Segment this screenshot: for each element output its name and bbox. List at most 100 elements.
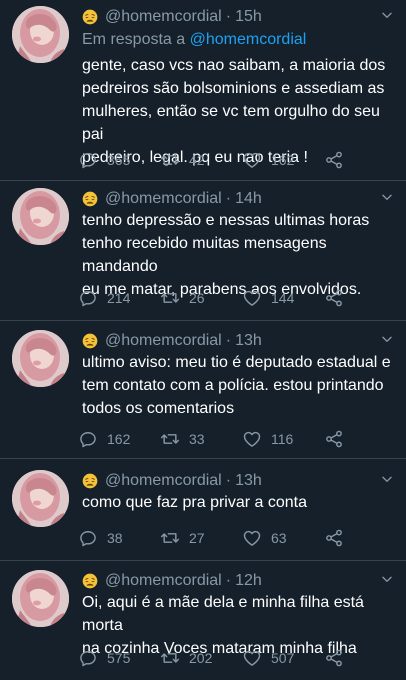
separator-dot: · (225, 572, 232, 589)
avatar[interactable] (12, 570, 69, 627)
reply-icon (78, 288, 98, 308)
tweet-text: ultimo aviso: meu tio é deputado estadua… (82, 354, 391, 417)
timestamp[interactable]: 13h (235, 472, 262, 490)
tweet[interactable]: @homemcordial · 12h Oi, aqui é a mãe del… (0, 570, 406, 675)
share-button[interactable] (324, 287, 344, 309)
chevron-down-icon[interactable] (380, 472, 394, 486)
like-count: 507 (271, 650, 295, 666)
chevron-down-icon[interactable] (380, 8, 394, 22)
share-button[interactable] (324, 527, 344, 549)
tweet-actions: 162 33 116 (78, 428, 378, 450)
divider (0, 560, 406, 561)
divider (0, 180, 406, 181)
reply-button[interactable]: 162 (78, 428, 130, 450)
tweet[interactable]: @homemcordial · 15h Em resposta a @homem… (0, 6, 406, 176)
avatar[interactable] (12, 6, 69, 63)
user-handle[interactable]: @homemcordial (105, 332, 222, 350)
reply-icon (78, 528, 98, 548)
reply-count: 38 (107, 530, 123, 546)
tweet-header: @homemcordial · 15h (82, 6, 262, 28)
user-handle[interactable]: @homemcordial (105, 472, 222, 490)
share-icon (324, 150, 344, 170)
separator-dot: · (225, 472, 232, 489)
like-button[interactable]: 144 (242, 287, 294, 309)
heart-icon (242, 429, 262, 449)
tweet-actions: 365 42 162 (78, 149, 378, 171)
reply-button[interactable]: 214 (78, 287, 130, 309)
retweet-icon (160, 429, 180, 449)
retweet-button[interactable]: 33 (160, 428, 205, 450)
timestamp[interactable]: 13h (235, 332, 262, 350)
tweet-header: @homemcordial · 14h (82, 188, 262, 210)
separator-dot: · (225, 332, 232, 349)
share-icon (324, 429, 344, 449)
retweet-button[interactable]: 27 (160, 527, 205, 549)
chevron-down-icon[interactable] (380, 190, 394, 204)
retweet-button[interactable]: 202 (160, 647, 212, 669)
share-button[interactable] (324, 428, 344, 450)
reply-icon (78, 150, 98, 170)
like-button[interactable]: 162 (242, 149, 294, 171)
retweet-icon (160, 288, 180, 308)
weary-face-emoji-icon (82, 9, 98, 25)
reply-button[interactable]: 575 (78, 647, 130, 669)
reply-count: 214 (107, 290, 131, 306)
reply-count: 162 (107, 431, 131, 447)
reply-count: 575 (107, 650, 131, 666)
avatar[interactable] (12, 470, 69, 527)
like-count: 162 (271, 152, 295, 168)
share-button[interactable] (324, 149, 344, 171)
share-icon (324, 528, 344, 548)
reply-prefix: Em resposta a (82, 31, 186, 48)
reply-icon (78, 429, 98, 449)
tweet-actions: 575 202 507 (78, 647, 378, 669)
retweet-count: 42 (189, 152, 205, 168)
user-handle[interactable]: @homemcordial (105, 190, 222, 208)
like-button[interactable]: 63 (242, 527, 287, 549)
reply-icon (78, 648, 98, 668)
reply-button[interactable]: 38 (78, 527, 123, 549)
divider (0, 458, 406, 459)
retweet-count: 26 (189, 290, 205, 306)
reply-button[interactable]: 365 (78, 149, 130, 171)
like-count: 63 (271, 530, 287, 546)
retweet-icon (160, 648, 180, 668)
reply-count: 365 (107, 152, 131, 168)
user-handle[interactable]: @homemcordial (105, 572, 222, 590)
weary-face-emoji-icon (82, 573, 98, 589)
retweet-icon (160, 150, 180, 170)
retweet-count: 33 (189, 431, 205, 447)
retweet-count: 27 (189, 530, 205, 546)
weary-face-emoji-icon (82, 333, 98, 349)
tweet[interactable]: @homemcordial · 13h como que faz pra pri… (0, 470, 406, 555)
like-count: 144 (271, 290, 295, 306)
separator-dot: · (225, 190, 232, 207)
tweet-header: @homemcordial · 13h (82, 470, 262, 492)
weary-face-emoji-icon (82, 191, 98, 207)
share-button[interactable] (324, 647, 344, 669)
retweet-button[interactable]: 26 (160, 287, 205, 309)
like-count: 116 (271, 431, 294, 447)
weary-face-emoji-icon (82, 473, 98, 489)
chevron-down-icon[interactable] (380, 332, 394, 346)
avatar[interactable] (12, 188, 69, 245)
retweet-icon (160, 528, 180, 548)
tweet[interactable]: @homemcordial · 14h tenho depressão e ne… (0, 188, 406, 318)
timestamp[interactable]: 12h (235, 572, 262, 590)
heart-icon (242, 150, 262, 170)
divider (0, 320, 406, 321)
retweet-count: 202 (189, 650, 213, 666)
chevron-down-icon[interactable] (380, 572, 394, 586)
tweet[interactable]: @homemcordial · 13h ultimo aviso: meu ti… (0, 330, 406, 455)
like-button[interactable]: 507 (242, 647, 294, 669)
reply-mention-link[interactable]: @homemcordial (190, 31, 307, 48)
user-handle[interactable]: @homemcordial (105, 8, 222, 26)
reply-context: Em resposta a @homemcordial (82, 31, 306, 49)
like-button[interactable]: 116 (242, 428, 293, 450)
timestamp[interactable]: 14h (235, 190, 262, 208)
tweet-actions: 214 26 144 (78, 287, 378, 309)
retweet-button[interactable]: 42 (160, 149, 205, 171)
avatar[interactable] (12, 330, 69, 387)
timestamp[interactable]: 15h (235, 8, 262, 26)
heart-icon (242, 528, 262, 548)
